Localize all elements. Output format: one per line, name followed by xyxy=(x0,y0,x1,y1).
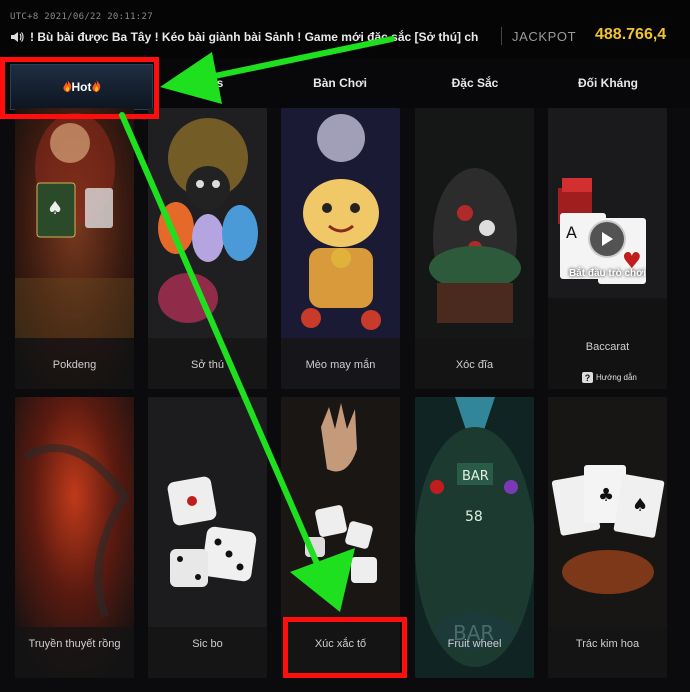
game-card-meo-may-man[interactable]: Mèo may mắn xyxy=(281,108,400,389)
game-card-trac-kim-hoa[interactable]: ♣ ♠ Trác kim hoa xyxy=(548,397,667,678)
game-name: Xóc đĩa xyxy=(455,359,494,371)
tab-ban-choi[interactable]: Bàn Chơi xyxy=(290,58,390,108)
fruit-wheel-art: BAR 58 BAR xyxy=(415,397,534,678)
zoo-art xyxy=(148,108,267,389)
game-name: Mèo may mắn xyxy=(305,359,376,371)
game-name: Pokdeng xyxy=(52,359,97,371)
game-name: Truyền thuyết rồng xyxy=(28,638,121,650)
highlight-box-xuc-xac-to xyxy=(283,617,407,678)
xoc-dia-art xyxy=(415,108,534,389)
game-name: Trác kim hoa xyxy=(575,638,640,650)
announcement-row: ! Bù bài được Ba Tây ! Kéo bài giành bài… xyxy=(10,26,510,48)
play-icon[interactable] xyxy=(588,220,626,258)
game-card-pokdeng[interactable]: ♠ Pokdeng xyxy=(15,108,134,389)
game-card-xoc-dia[interactable]: Xóc đĩa xyxy=(415,108,534,389)
game-card-so-thu[interactable]: Sở thú xyxy=(148,108,267,389)
game-card-baccarat[interactable]: A ♥ Bắt đầu trò chơi ? Hướng dẫn Baccara… xyxy=(548,108,667,389)
game-name: Fruit wheel xyxy=(447,638,502,650)
start-game-label[interactable]: Bắt đầu trò chơi xyxy=(548,268,667,279)
game-card-fruit-wheel[interactable]: BAR 58 BAR Fruit wheel xyxy=(415,397,534,678)
pokdeng-art: ♠ xyxy=(15,108,134,389)
question-icon: ? xyxy=(582,372,593,383)
tab-partial[interactable]: s xyxy=(205,58,235,108)
announcement-marquee: ! Bù bài được Ba Tây ! Kéo bài giành bài… xyxy=(30,30,479,44)
game-card-truyen-thuyet-rong[interactable]: Truyền thuyết rồng xyxy=(15,397,134,678)
highlight-box-hot-tab xyxy=(0,57,159,119)
jackpot-label: JACKPOT xyxy=(512,29,577,44)
svg-text:♣: ♣ xyxy=(598,485,614,506)
speaker-icon[interactable] xyxy=(10,30,24,44)
svg-text:♠: ♠ xyxy=(47,198,63,219)
game-name: Sở thú xyxy=(191,359,224,371)
divider xyxy=(501,27,502,45)
game-name: Sic bo xyxy=(192,638,223,650)
jackpot-value: 488.766,4 xyxy=(595,26,667,43)
tab-dac-sac[interactable]: Đặc Sắc xyxy=(425,58,525,108)
tab-doi-khang[interactable]: Đối Kháng xyxy=(558,58,658,108)
sic-bo-art xyxy=(148,397,267,678)
svg-text:BAR: BAR xyxy=(462,469,489,484)
guide-label: Hướng dẫn xyxy=(596,373,637,382)
top-bar: UTC+8 2021/06/22 20:11:27 ! Bù bài được … xyxy=(0,0,690,58)
svg-text:♠: ♠ xyxy=(632,495,648,516)
svg-text:58: 58 xyxy=(465,509,483,525)
server-clock: UTC+8 2021/06/22 20:11:27 xyxy=(10,12,153,22)
lucky-cat-art xyxy=(281,108,400,389)
game-card-sic-bo[interactable]: Sic bo xyxy=(148,397,267,678)
game-name: Baccarat xyxy=(585,341,630,353)
dragon-art xyxy=(15,397,134,678)
guide-link[interactable]: ? Hướng dẫn xyxy=(582,372,637,383)
trac-kim-hoa-art: ♣ ♠ xyxy=(548,397,667,678)
